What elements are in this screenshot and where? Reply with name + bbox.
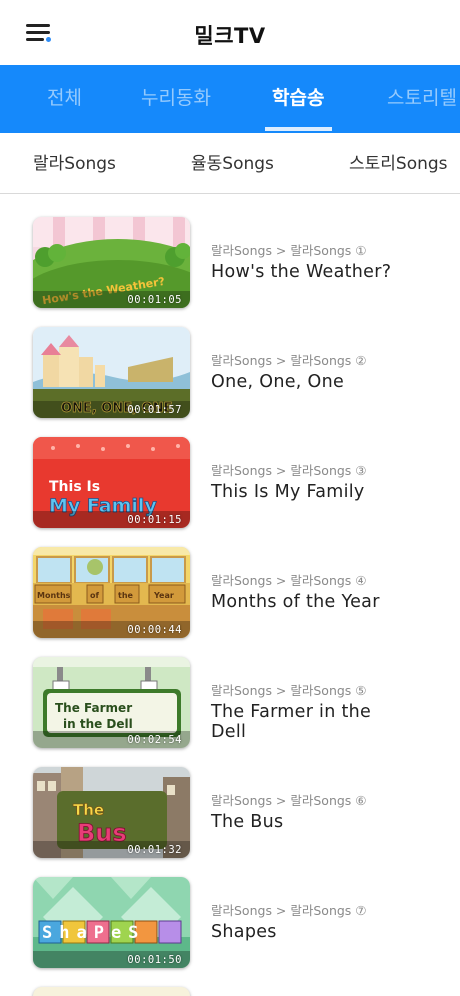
video-thumbnail[interactable]: Months of the Year 00:00:44 [33, 547, 190, 638]
tab-storytelling[interactable]: 스토리텔 [387, 65, 457, 133]
video-thumbnail[interactable]: How's the Weather? 00:01:05 [33, 217, 190, 308]
video-thumbnail[interactable] [33, 987, 190, 996]
thumbnail-text: Year [153, 591, 174, 600]
app-header: 밀크TV [0, 0, 460, 65]
thumbnail-text: in the Dell [63, 717, 133, 731]
video-breadcrumb: 랄라Songs > 랄라Songs ⑥ [211, 793, 367, 808]
video-breadcrumb: 랄라Songs > 랄라Songs ③ [211, 463, 367, 478]
thumbnail-text: of [90, 591, 99, 600]
video-list-item[interactable]: Months of the Year 00:00:44 랄라Songs > 랄라… [0, 525, 460, 638]
video-list-item[interactable]: This Is My Family 00:01:15 랄라Songs > 랄라S… [0, 415, 460, 528]
subcategory-tab-bar: 랄라Songs 율동Songs 스토리Songs [0, 133, 460, 194]
tab-all[interactable]: 전체 [47, 65, 82, 133]
video-title: One, One, One [211, 372, 345, 392]
subtab-story-songs[interactable]: 스토리Songs [349, 133, 448, 193]
app-title: 밀크TV [194, 24, 266, 48]
video-title: The Farmer in the Dell [211, 702, 372, 742]
video-list-item[interactable]: The Farmer in the Dell 00:02:54 랄라Songs … [0, 635, 460, 748]
video-thumbnail[interactable]: ShaPeS 00:01:50 [33, 877, 190, 968]
category-tab-bar: 전체 누리동화 학습송 스토리텔 [0, 65, 460, 133]
thumbnail-text: ShaPeS [42, 923, 145, 943]
video-breadcrumb: 랄라Songs > 랄라Songs ④ [211, 573, 367, 588]
thumbnail-text: the [118, 591, 134, 600]
video-thumbnail[interactable]: The Bus 00:01:32 [33, 767, 190, 858]
video-title: The Bus [211, 812, 284, 832]
subtab-dance-songs[interactable]: 율동Songs [191, 133, 274, 193]
video-list-item[interactable]: How's the Weather? 00:01:05 랄라Songs > 랄라… [0, 195, 460, 308]
video-title: Shapes [211, 922, 277, 942]
active-tab-indicator [265, 127, 332, 131]
thumbnail-text: This Is [49, 479, 100, 495]
video-list-item[interactable]: ONE, ONE, ONE 00:01:57 랄라Songs > 랄라Songs… [0, 305, 460, 418]
video-breadcrumb: 랄라Songs > 랄라Songs ② [211, 353, 367, 368]
video-breadcrumb: 랄라Songs > 랄라Songs ⑤ [211, 683, 367, 698]
video-thumbnail[interactable]: ONE, ONE, ONE 00:01:57 [33, 327, 190, 418]
video-thumbnail[interactable]: The Farmer in the Dell 00:02:54 [33, 657, 190, 748]
video-title: This Is My Family [211, 482, 365, 502]
video-breadcrumb: 랄라Songs > 랄라Songs ⑦ [211, 903, 367, 918]
tab-learning-songs[interactable]: 학습송 [272, 65, 324, 133]
thumbnail-text: The [73, 801, 104, 819]
tab-nuri-stories[interactable]: 누리동화 [141, 65, 211, 133]
video-breadcrumb: 랄라Songs > 랄라Songs ① [211, 243, 367, 258]
video-list-item[interactable]: The Bus 00:01:32 랄라Songs > 랄라Songs ⑥ The… [0, 745, 460, 858]
thumbnail-text: Months [37, 591, 71, 600]
video-title: How's the Weather? [211, 262, 392, 282]
video-list-item[interactable] [0, 965, 460, 996]
video-thumbnail[interactable]: This Is My Family 00:01:15 [33, 437, 190, 528]
thumbnail-text: The Farmer [55, 701, 132, 715]
video-list-item[interactable]: ShaPeS 00:01:50 랄라Songs > 랄라Songs ⑦ Shap… [0, 855, 460, 968]
subtab-lalla-songs[interactable]: 랄라Songs [33, 133, 116, 193]
video-title: Months of the Year [211, 592, 380, 612]
